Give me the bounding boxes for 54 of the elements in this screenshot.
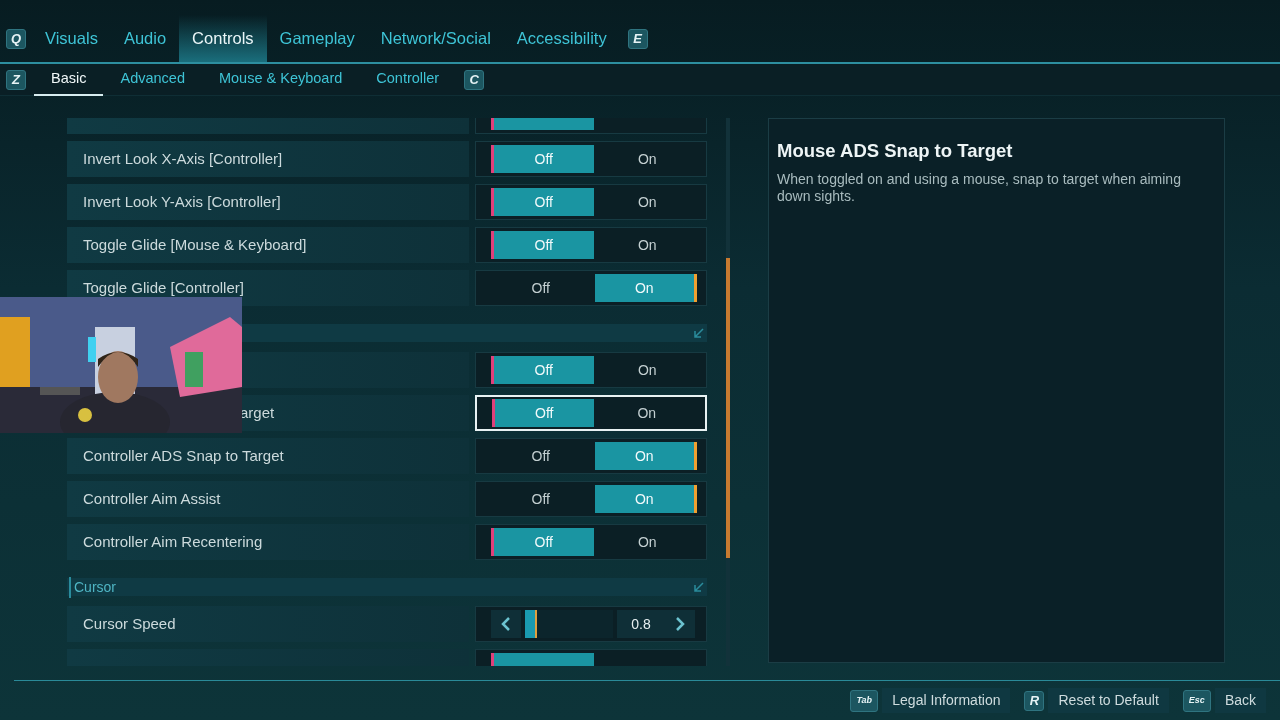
setting-label: Invert Look Y-Axis [Controller] [67,184,469,220]
increase-button[interactable] [665,610,695,638]
toggle-control[interactable]: Off On [475,270,707,306]
section-title: Cursor [69,576,116,598]
tab[interactable]: Gameplay [266,15,368,62]
setting-label: Invert Look X-Axis [Controller] [67,141,469,177]
footer-button[interactable]: Reset to Default [1048,688,1169,713]
detail-title: Mouse ADS Snap to Target [777,139,1014,163]
key-hint: Tab [850,689,879,712]
decrease-button[interactable] [491,610,521,638]
collapse-icon[interactable] [693,327,705,339]
scrollbar[interactable] [726,118,730,666]
key-hint: Z [6,69,26,90]
detail-description: When toggled on and using a mouse, snap to target when aiming down sights. [777,170,1182,206]
on-option[interactable]: On [597,528,697,556]
on-option[interactable]: On [597,399,696,427]
tab[interactable]: Accessibility [503,15,620,62]
key-hint: Esc [1182,689,1211,712]
toggle-control[interactable]: Off On [475,141,707,177]
collapse-icon[interactable] [693,581,705,593]
subtab[interactable]: Advanced [103,63,202,96]
tab[interactable]: Visuals [32,15,111,62]
key-hint: E [627,29,648,49]
tab[interactable]: Network/Social [367,15,504,62]
setting-label: Toggle Glide [Mouse & Keyboard] [67,227,469,263]
footer-button[interactable]: Legal Information [882,688,1011,713]
off-option[interactable]: Off [491,485,591,513]
on-option[interactable]: On [597,145,697,173]
tab[interactable]: Audio [110,15,180,62]
key-hint: C [464,69,485,90]
subtab[interactable]: Basic [34,63,104,96]
slider-value: 0.8 [617,610,665,638]
on-option[interactable]: On [597,231,697,259]
scrollbar-thumb[interactable] [726,258,730,558]
setting-label: Controller Aim Assist [67,481,469,517]
toggle-control[interactable]: Off On [475,184,707,220]
setting-label: Controller ADS Snap to Target [67,438,469,474]
toggle-control[interactable]: Off On [475,438,707,474]
footer-button[interactable]: Back [1214,688,1266,713]
off-option[interactable]: Off [491,442,591,470]
toggle-control[interactable]: Off On [475,227,707,263]
on-option[interactable]: On [597,188,697,216]
toggle-control[interactable]: Off On [475,352,707,388]
slider-track[interactable] [525,610,613,638]
toggle-control[interactable]: Off On [475,524,707,560]
key-hint: Q [6,29,26,49]
on-option[interactable]: On [597,356,697,384]
toggle-control[interactable]: Off On [475,395,707,431]
subtab[interactable]: Mouse & Keyboard [201,63,360,96]
key-hint: R [1024,690,1045,711]
tab[interactable]: Controls [179,15,267,62]
subtab[interactable]: Controller [359,63,457,96]
off-option[interactable]: Off [491,274,591,302]
toggle-control[interactable]: Off On [475,481,707,517]
